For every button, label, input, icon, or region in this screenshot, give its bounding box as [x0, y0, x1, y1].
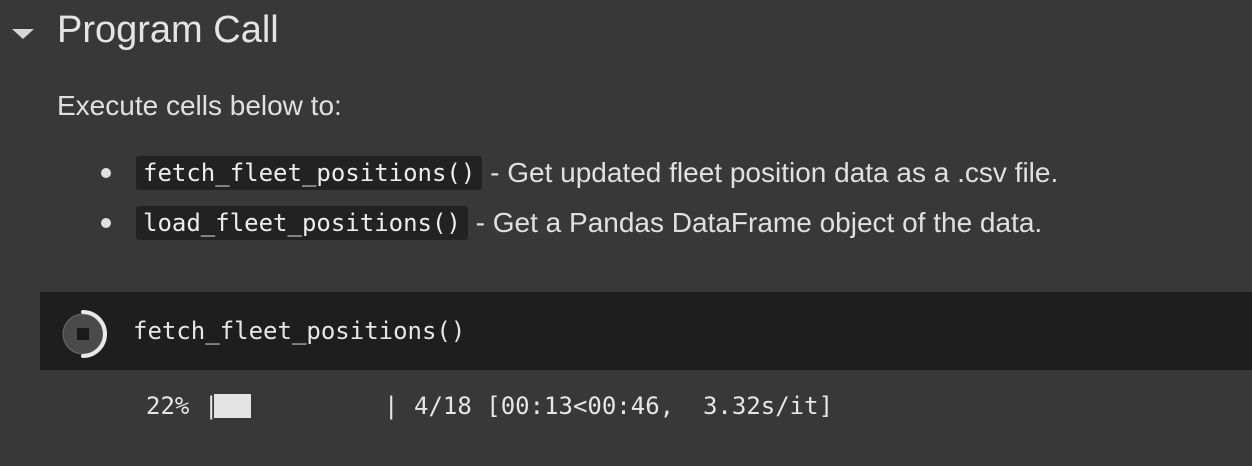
progress-fill — [214, 394, 251, 418]
bullet-dot — [101, 218, 111, 228]
cell-output: 22% | | 4/18 [00:13<00:46, 3.32s/it] — [146, 388, 1146, 424]
list-item-description: - Get updated fleet position data as a .… — [482, 157, 1059, 188]
bullet-dot — [101, 168, 111, 178]
function-list: fetch_fleet_positions() - Get updated fl… — [0, 152, 1252, 252]
section-header: Program Call — [0, 0, 1252, 64]
list-item-description: - Get a Pandas DataFrame object of the d… — [467, 207, 1043, 238]
inline-code: load_fleet_positions() — [136, 206, 468, 240]
list-item: fetch_fleet_positions() - Get updated fl… — [0, 152, 1252, 202]
progress-percent: 22% — [146, 392, 190, 420]
section-title: Program Call — [57, 9, 279, 51]
code-editor[interactable]: fetch_fleet_positions() — [133, 313, 465, 349]
stop-execution-button[interactable] — [58, 309, 108, 359]
progress-bar-right-edge: | — [384, 392, 399, 420]
progress-stats: 4/18 [00:13<00:46, 3.32s/it] — [414, 392, 834, 420]
list-item-content: load_fleet_positions() - Get a Pandas Da… — [136, 205, 1042, 241]
caret-down-icon[interactable] — [8, 20, 38, 46]
intro-text: Execute cells below to: — [57, 90, 342, 121]
progress-bar — [214, 394, 384, 418]
stop-execution-icon — [62, 310, 107, 358]
list-item-content: fetch_fleet_positions() - Get updated fl… — [136, 155, 1058, 191]
code-cell[interactable]: fetch_fleet_positions() — [40, 292, 1252, 370]
inline-code: fetch_fleet_positions() — [136, 156, 483, 190]
list-item: load_fleet_positions() - Get a Pandas Da… — [0, 202, 1252, 252]
